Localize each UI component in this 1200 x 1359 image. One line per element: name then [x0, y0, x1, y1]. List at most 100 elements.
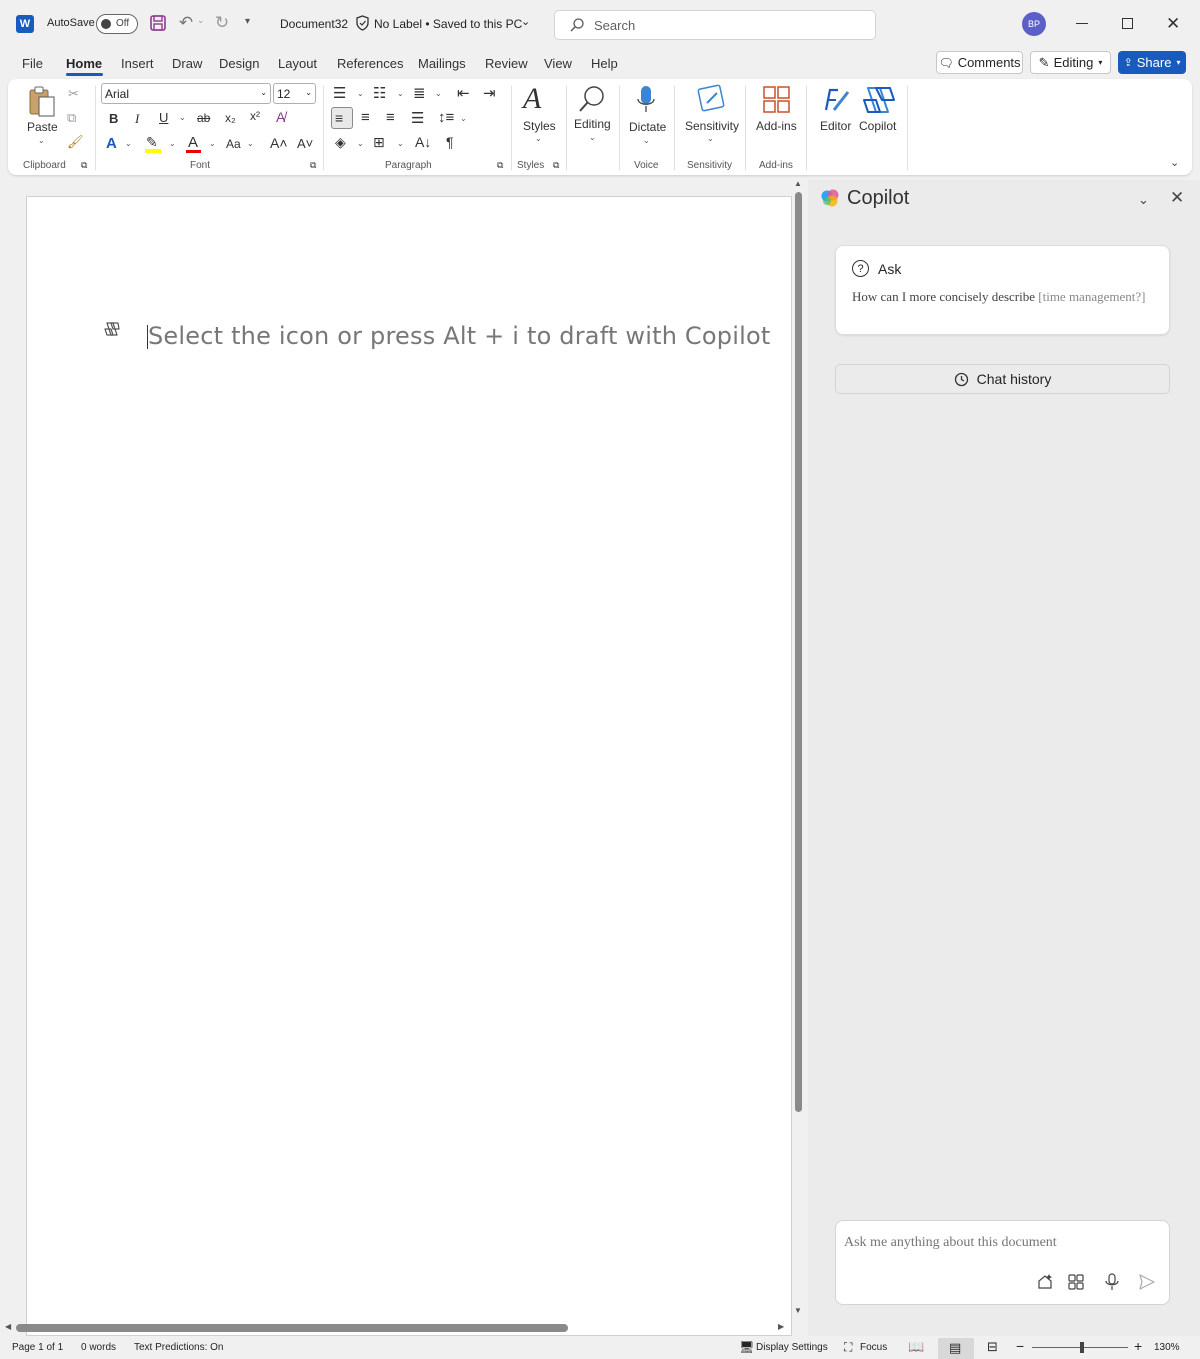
- zoom-in-icon[interactable]: +: [1134, 1338, 1142, 1354]
- chevron-down-icon[interactable]: ⌄: [357, 139, 364, 148]
- vertical-scroll-thumb[interactable]: [795, 192, 802, 1112]
- cut-icon[interactable]: ✂: [68, 86, 79, 102]
- chevron-down-icon[interactable]: ⌄: [1138, 192, 1149, 208]
- styles-icon[interactable]: A: [523, 82, 541, 116]
- font-color-icon[interactable]: A: [186, 134, 201, 153]
- chat-history-button[interactable]: Chat history: [835, 364, 1170, 394]
- zoom-level[interactable]: 130%: [1154, 1342, 1180, 1353]
- send-icon[interactable]: [1138, 1273, 1156, 1291]
- tab-help[interactable]: Help: [591, 56, 618, 71]
- document-page[interactable]: [26, 196, 792, 1336]
- close-icon[interactable]: ✕: [1166, 14, 1180, 34]
- shading-icon[interactable]: ◈: [335, 134, 346, 151]
- print-layout-button[interactable]: ▤: [938, 1338, 974, 1359]
- maximize-icon[interactable]: [1122, 18, 1133, 29]
- grow-font-icon[interactable]: A˄: [270, 135, 288, 151]
- scroll-down-icon[interactable]: ▼: [794, 1306, 802, 1315]
- sort-icon[interactable]: A↓: [415, 134, 431, 150]
- show-formatting-icon[interactable]: ¶: [446, 134, 454, 150]
- focus-icon[interactable]: ⛶: [844, 1340, 852, 1355]
- minimize-icon[interactable]: [1076, 23, 1088, 24]
- dialog-launcher-icon[interactable]: ⧉: [310, 160, 316, 171]
- undo-icon[interactable]: ↶: [177, 13, 195, 32]
- sensitivity-label[interactable]: Sensitivity: [685, 119, 739, 133]
- read-mode-icon[interactable]: 📖: [908, 1339, 924, 1355]
- italic-icon[interactable]: I: [135, 111, 139, 127]
- align-right-icon[interactable]: ≡: [386, 109, 395, 126]
- chevron-down-icon[interactable]: ⌄: [643, 136, 650, 145]
- chevron-down-icon[interactable]: ⌄: [521, 15, 530, 28]
- editing-group-label[interactable]: Editing: [574, 117, 611, 131]
- chevron-down-icon[interactable]: ⌄: [38, 136, 45, 145]
- underline-icon[interactable]: U: [159, 110, 168, 125]
- chevron-down-icon[interactable]: ⌄: [209, 139, 216, 148]
- redo-icon[interactable]: ↻: [213, 13, 231, 32]
- bullets-icon[interactable]: ☰: [333, 84, 346, 102]
- paste-label[interactable]: Paste: [27, 120, 58, 134]
- chevron-down-icon[interactable]: ⌄: [397, 89, 404, 98]
- chevron-down-icon[interactable]: ⌄: [535, 134, 542, 143]
- borders-icon[interactable]: ⊞: [373, 134, 385, 151]
- bold-icon[interactable]: B: [109, 111, 118, 126]
- avatar[interactable]: BP: [1022, 12, 1046, 36]
- scroll-left-icon[interactable]: ◀: [5, 1322, 11, 1331]
- web-layout-icon[interactable]: ⊟: [987, 1339, 998, 1355]
- strikethrough-icon[interactable]: ab: [197, 111, 210, 125]
- zoom-out-icon[interactable]: −: [1016, 1338, 1024, 1354]
- multilevel-list-icon[interactable]: ≣: [413, 84, 426, 102]
- tab-home[interactable]: Home: [66, 56, 102, 71]
- chevron-down-icon[interactable]: ⌄: [179, 113, 186, 122]
- justify-icon[interactable]: ☰: [411, 109, 424, 127]
- page-count[interactable]: Page 1 of 1: [12, 1342, 63, 1353]
- document-title[interactable]: Document32: [280, 17, 348, 31]
- microphone-icon[interactable]: [636, 84, 656, 116]
- tab-insert[interactable]: Insert: [121, 56, 154, 71]
- styles-label[interactable]: Styles: [523, 119, 556, 133]
- chevron-down-icon[interactable]: ⌄: [357, 89, 364, 98]
- comments-button[interactable]: 🗨 Comments: [936, 51, 1023, 74]
- format-painter-icon[interactable]: 🖌: [67, 134, 84, 150]
- chevron-down-icon[interactable]: ⌄: [247, 139, 254, 148]
- chevron-down-icon[interactable]: ⌄: [397, 139, 404, 148]
- paste-icon[interactable]: [27, 85, 57, 119]
- search-box[interactable]: Search: [554, 10, 876, 40]
- autosave-toggle[interactable]: Off: [96, 14, 138, 34]
- copy-icon[interactable]: ⧉: [67, 110, 76, 126]
- close-pane-icon[interactable]: ✕: [1170, 188, 1184, 208]
- tab-references[interactable]: References: [337, 56, 403, 71]
- save-icon[interactable]: [149, 14, 167, 32]
- scroll-right-icon[interactable]: ▶: [778, 1322, 784, 1331]
- decrease-indent-icon[interactable]: ⇤: [457, 84, 470, 102]
- copilot-icon[interactable]: [862, 84, 896, 116]
- copilot-label[interactable]: Copilot: [859, 119, 896, 133]
- tab-view[interactable]: View: [544, 56, 572, 71]
- zoom-slider-thumb[interactable]: [1079, 1342, 1084, 1353]
- add-ins-icon[interactable]: [762, 85, 792, 115]
- copilot-draft-icon[interactable]: [104, 321, 120, 337]
- font-name-select[interactable]: Arial ⌄: [101, 83, 271, 104]
- chevron-down-icon[interactable]: ⌄: [589, 133, 596, 142]
- dialog-launcher-icon[interactable]: ⧉: [497, 160, 503, 171]
- dialog-launcher-icon[interactable]: ⧉: [553, 160, 559, 171]
- chevron-down-icon[interactable]: ⌄: [707, 134, 714, 143]
- sparkle-prompt-icon[interactable]: [1036, 1273, 1054, 1291]
- ask-suggestion-card[interactable]: ? Ask How can I more concisely describe …: [835, 245, 1170, 335]
- clear-formatting-icon[interactable]: A̸: [276, 109, 285, 125]
- chevron-down-icon[interactable]: ⌄: [169, 139, 176, 148]
- collapse-ribbon-icon[interactable]: ⌄: [1170, 156, 1179, 169]
- undo-dropdown-icon[interactable]: ⌄: [197, 15, 205, 26]
- find-icon[interactable]: [577, 84, 607, 114]
- tab-mailings[interactable]: Mailings: [418, 56, 466, 71]
- editor-label[interactable]: Editor: [820, 119, 851, 133]
- highlight-icon[interactable]: ✎: [145, 134, 161, 153]
- horizontal-scroll-thumb[interactable]: [16, 1324, 568, 1332]
- tab-draw[interactable]: Draw: [172, 56, 202, 71]
- add-ins-label[interactable]: Add-ins: [756, 119, 797, 133]
- editing-mode-button[interactable]: ✎ Editing ▾: [1030, 51, 1111, 74]
- display-settings-label[interactable]: Display Settings: [756, 1342, 828, 1353]
- focus-label[interactable]: Focus: [860, 1342, 887, 1353]
- customize-toolbar-icon[interactable]: ▾: [245, 16, 250, 27]
- shrink-font-icon[interactable]: A˅: [297, 136, 313, 151]
- font-size-select[interactable]: 12 ⌄: [273, 83, 316, 104]
- numbering-icon[interactable]: ☷: [373, 84, 386, 102]
